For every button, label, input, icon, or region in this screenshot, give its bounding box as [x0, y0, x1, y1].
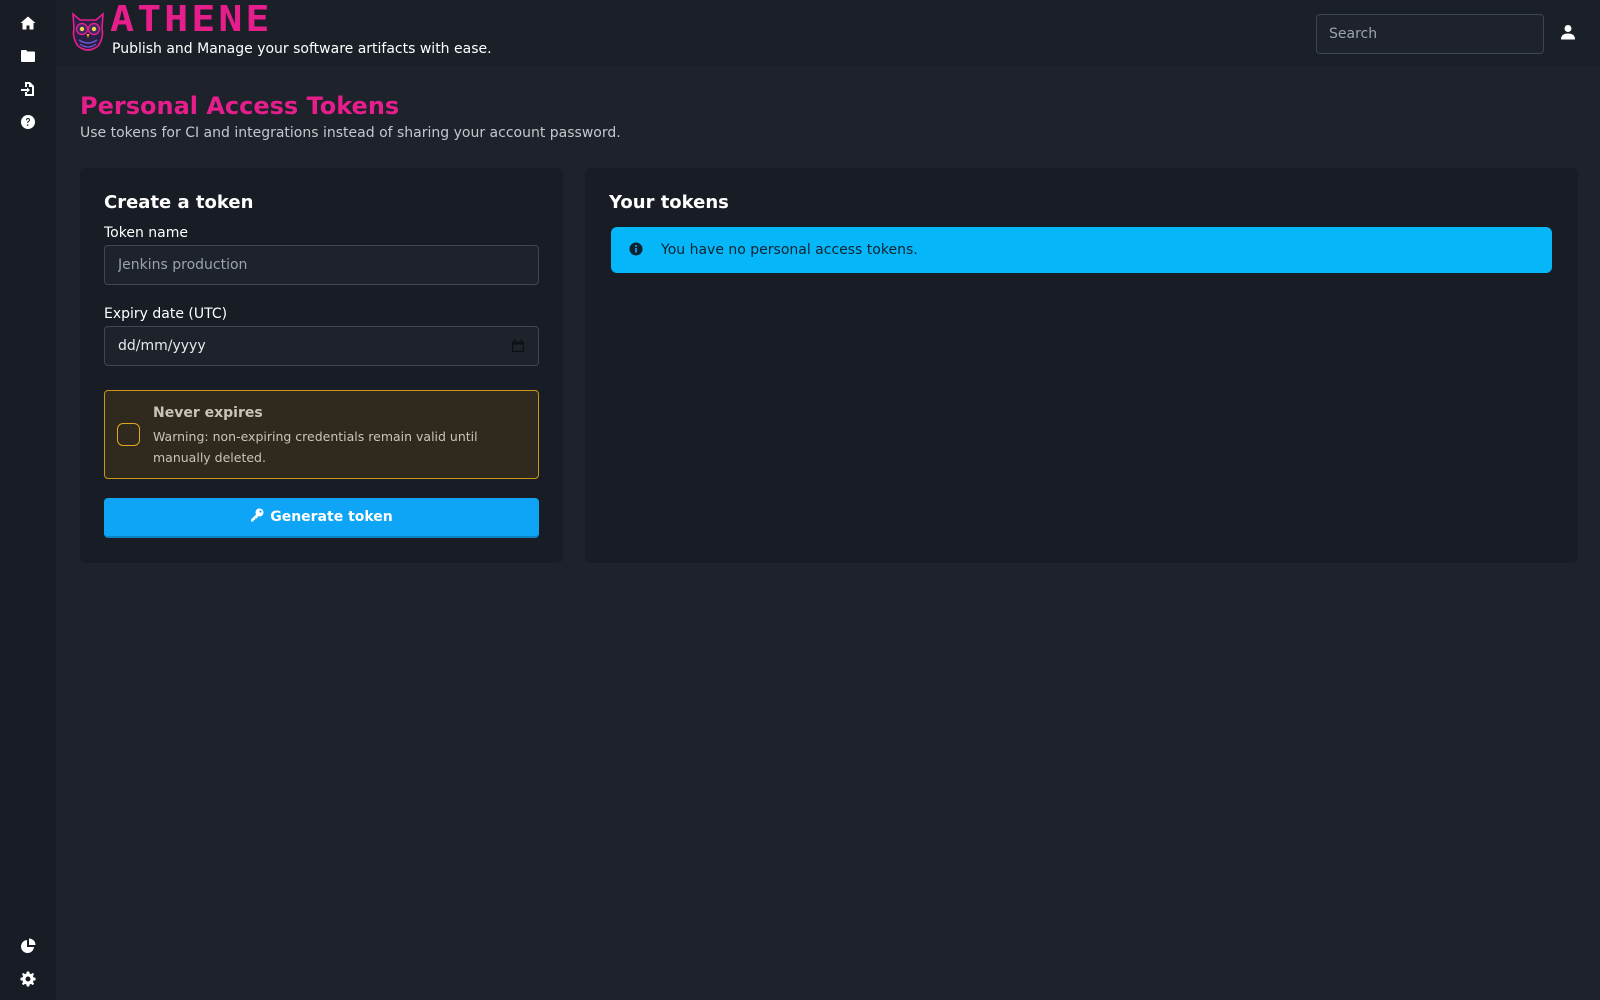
calendar-icon[interactable]	[511, 339, 525, 353]
empty-tokens-alert: You have no personal access tokens.	[611, 227, 1552, 273]
file-import-icon[interactable]	[18, 80, 38, 98]
expiry-date-label: Expiry date (UTC)	[104, 306, 228, 322]
question-circle-icon[interactable]	[18, 113, 38, 131]
top-header: ATHENE Publish and Manage your software …	[56, 0, 1600, 68]
generate-token-button[interactable]: Generate token	[104, 498, 539, 538]
page-subtitle: Use tokens for CI and integrations inste…	[80, 125, 621, 141]
never-expires-checkbox[interactable]	[117, 423, 140, 446]
generate-token-label: Generate token	[270, 509, 393, 525]
sidebar-bottom	[18, 937, 38, 988]
expiry-date-value: dd/mm/yyyy	[118, 338, 206, 354]
create-token-card: Create a token Token name Expiry date (U…	[80, 168, 563, 563]
sidebar-top	[18, 14, 38, 131]
home-icon[interactable]	[18, 14, 38, 32]
never-expires-label[interactable]: Never expires	[153, 405, 263, 421]
your-tokens-title: Your tokens	[609, 192, 729, 213]
create-token-title: Create a token	[104, 192, 254, 213]
token-name-input[interactable]	[104, 245, 539, 285]
your-tokens-card: Your tokens You have no personal access …	[585, 168, 1578, 563]
gear-icon[interactable]	[18, 970, 38, 988]
user-icon[interactable]	[1560, 24, 1580, 44]
token-name-label: Token name	[104, 225, 188, 241]
page-title: Personal Access Tokens	[80, 92, 400, 120]
never-expires-warning: Warning: non-expiring credentials remain…	[153, 429, 478, 465]
sidebar	[0, 0, 56, 1000]
never-expires-option: Never expires Warning: non-expiring cred…	[104, 390, 539, 479]
search-input[interactable]	[1316, 14, 1544, 54]
expiry-date-input[interactable]: dd/mm/yyyy	[104, 326, 539, 366]
empty-tokens-message: You have no personal access tokens.	[661, 242, 918, 258]
brand-name[interactable]: ATHENE	[110, 2, 273, 37]
brand-tagline: Publish and Manage your software artifac…	[112, 41, 492, 57]
info-circle-icon	[629, 241, 643, 260]
chart-pie-icon[interactable]	[18, 937, 38, 955]
key-icon	[250, 508, 264, 526]
folder-icon[interactable]	[18, 47, 38, 65]
owl-logo-icon[interactable]	[70, 8, 106, 56]
